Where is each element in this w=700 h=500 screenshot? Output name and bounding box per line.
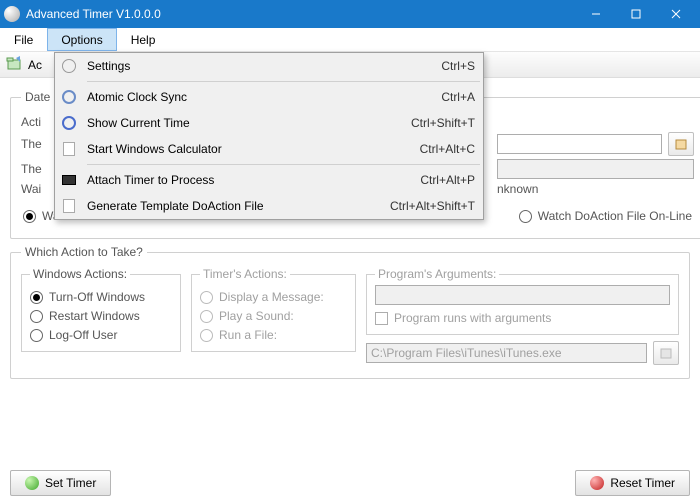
radio-label: Display a Message:	[219, 290, 324, 304]
radio-watch-online[interactable]: Watch DoAction File On-Line	[519, 209, 692, 223]
reset-timer-button[interactable]: Reset Timer	[575, 470, 690, 496]
windows-actions-group: Windows Actions: Turn-Off Windows Restar…	[21, 267, 181, 352]
checkbox-label: Program runs with arguments	[394, 311, 551, 325]
radio-label: Watch DoAction File On-Line	[538, 209, 692, 223]
radio-icon	[200, 291, 213, 304]
label-fragment: nknown	[497, 182, 538, 196]
radio-label: Log-Off User	[49, 328, 117, 342]
radio-run-file: Run a File:	[200, 328, 347, 342]
radio-icon	[200, 310, 213, 323]
menu-atomic-clock[interactable]: Atomic Clock Sync Ctrl+A	[55, 84, 483, 110]
menu-show-time[interactable]: Show Current Time Ctrl+Shift+T	[55, 110, 483, 136]
radio-label: Turn-Off Windows	[49, 290, 145, 304]
menu-separator	[87, 81, 480, 82]
label-fragment: Acti	[21, 115, 41, 129]
radio-icon	[200, 329, 213, 342]
program-args-input	[375, 285, 670, 305]
program-args-legend: Program's Arguments:	[375, 267, 499, 281]
window-title: Advanced Timer V1.0.0.0	[26, 7, 576, 21]
set-timer-button[interactable]: Set Timer	[10, 470, 111, 496]
which-action-group: Which Action to Take? Windows Actions: T…	[10, 245, 690, 379]
checkbox-icon	[375, 312, 388, 325]
menu-file[interactable]: File	[0, 28, 47, 51]
action-input[interactable]	[497, 134, 662, 154]
menu-options[interactable]: Options	[47, 28, 116, 51]
radio-icon	[30, 310, 43, 323]
run-file-path	[366, 343, 647, 363]
minimize-button[interactable]	[576, 0, 616, 28]
clock-icon	[59, 87, 79, 107]
radio-turn-off[interactable]: Turn-Off Windows	[30, 290, 172, 304]
menu-attach-process[interactable]: Attach Timer to Process Ctrl+Alt+P	[55, 167, 483, 193]
browse-button[interactable]	[668, 132, 694, 156]
timer-actions-group: Timer's Actions: Display a Message: Play…	[191, 267, 356, 352]
radio-logoff[interactable]: Log-Off User	[30, 328, 172, 342]
windows-actions-legend: Windows Actions:	[30, 267, 130, 281]
program-args-group: Program's Arguments: Program runs with a…	[366, 267, 679, 335]
check-icon	[25, 476, 39, 490]
radio-icon	[519, 210, 532, 223]
stopwatch-icon	[59, 113, 79, 133]
radio-restart[interactable]: Restart Windows	[30, 309, 172, 323]
radio-label: Restart Windows	[49, 309, 140, 323]
maximize-button[interactable]	[616, 0, 656, 28]
toolbar-label: Ac	[28, 58, 42, 72]
action-input-2	[497, 159, 694, 179]
timer-actions-legend: Timer's Actions:	[200, 267, 290, 281]
browse-file-button	[653, 341, 679, 365]
title-bar: Advanced Timer V1.0.0.0	[0, 0, 700, 28]
toolbar-icon[interactable]	[6, 55, 24, 74]
cancel-icon	[590, 476, 604, 490]
document-icon	[59, 139, 79, 159]
menu-separator	[87, 164, 480, 165]
window-icon	[59, 170, 79, 190]
gear-icon	[59, 56, 79, 76]
close-button[interactable]	[656, 0, 696, 28]
file-icon	[59, 196, 79, 216]
radio-icon	[30, 291, 43, 304]
menu-help[interactable]: Help	[117, 28, 170, 51]
app-icon	[4, 6, 20, 22]
options-dropdown: Settings Ctrl+S Atomic Clock Sync Ctrl+A…	[54, 52, 484, 220]
button-label: Reset Timer	[610, 476, 675, 490]
radio-display-message: Display a Message:	[200, 290, 347, 304]
radio-icon	[23, 210, 36, 223]
menu-generate-template[interactable]: Generate Template DoAction File Ctrl+Alt…	[55, 193, 483, 219]
radio-label: Play a Sound:	[219, 309, 294, 323]
radio-label: Run a File:	[219, 328, 277, 342]
menu-calculator[interactable]: Start Windows Calculator Ctrl+Alt+C	[55, 136, 483, 162]
radio-icon	[30, 329, 43, 342]
button-label: Set Timer	[45, 476, 96, 490]
menu-bar: File Options Help Settings Ctrl+S Atomic…	[0, 28, 700, 52]
radio-play-sound: Play a Sound:	[200, 309, 347, 323]
which-action-legend: Which Action to Take?	[21, 245, 147, 259]
menu-settings[interactable]: Settings Ctrl+S	[55, 53, 483, 79]
